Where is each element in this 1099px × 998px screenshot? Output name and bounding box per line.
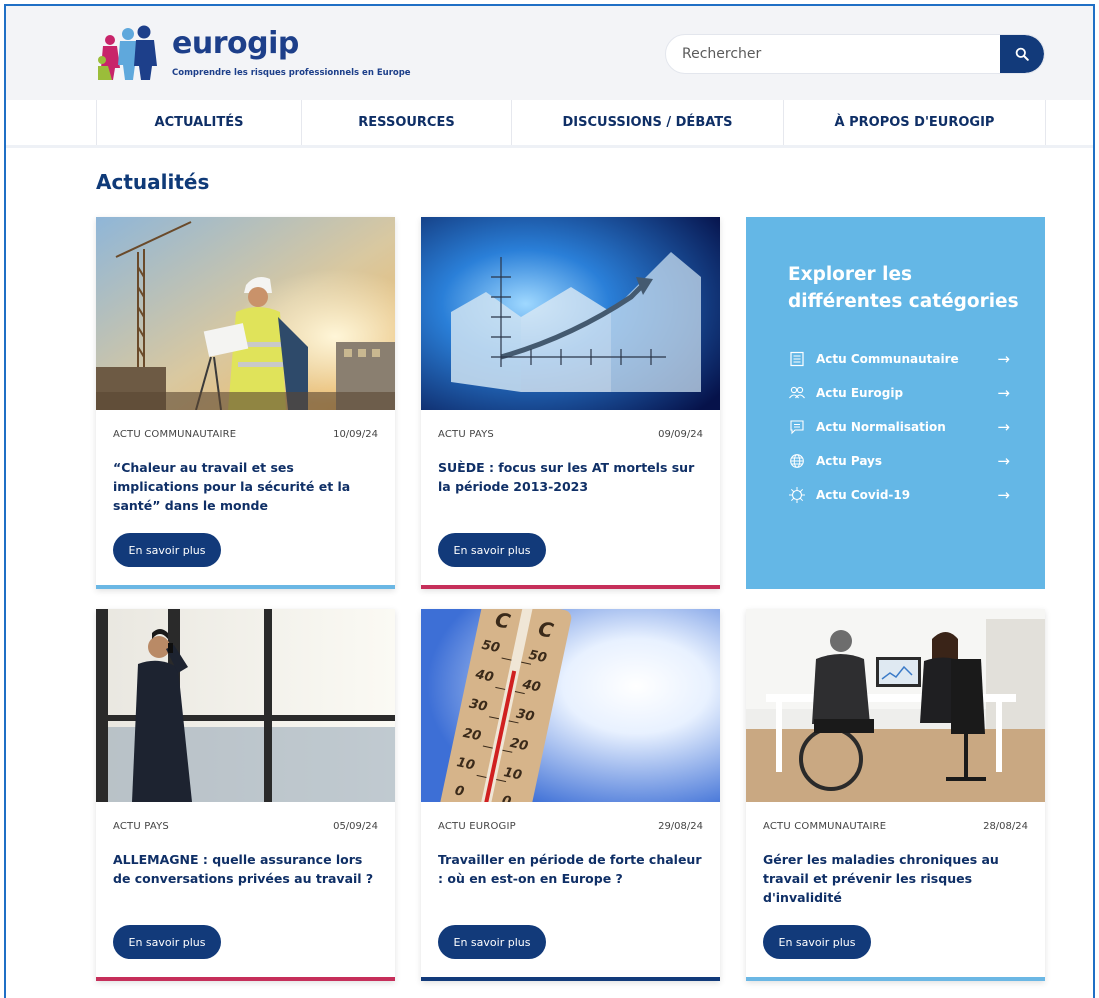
category-label: Actu Normalisation [816, 420, 946, 434]
news-card[interactable]: ACTU COMMUNAUTAIRE 10/09/24 “Chaleur au … [96, 217, 395, 589]
category-link-covid[interactable]: Actu Covid-19 → [788, 484, 1010, 506]
category-label: Actu Eurogip [816, 386, 904, 400]
card-date: 10/09/24 [333, 429, 378, 440]
card-image-phone-call[interactable] [96, 609, 395, 802]
card-category: ACTU EUROGIP [438, 821, 516, 832]
nav-item-a-propos[interactable]: À PROPOS D'EUROGIP [783, 100, 1046, 145]
category-link-normalisation[interactable]: Actu Normalisation → [788, 416, 1010, 438]
card-image-thermometer[interactable]: 50 50 40 40 30 30 20 20 10 10 00 CC [421, 609, 720, 802]
search-box [665, 34, 1045, 74]
card-title[interactable]: ALLEMAGNE : quelle assurance lors de con… [113, 850, 378, 888]
arrow-right-icon: → [997, 350, 1010, 368]
logo-figures-icon [98, 25, 157, 80]
read-more-button[interactable]: En savoir plus [438, 533, 546, 567]
category-label: Actu Covid-19 [816, 488, 911, 502]
category-link-communautaire[interactable]: Actu Communautaire → [788, 348, 1010, 370]
nav-item-discussions[interactable]: DISCUSSIONS / DÉBATS [511, 100, 783, 145]
explore-categories-panel: Explorer les différentes catégories Actu… [746, 217, 1045, 589]
chat-icon [788, 418, 806, 436]
newspaper-icon [788, 350, 806, 368]
news-card[interactable]: ACTU PAYS 05/09/24 ALLEMAGNE : quelle as… [96, 609, 395, 981]
card-title[interactable]: SUÈDE : focus sur les AT mortels sur la … [438, 458, 703, 496]
search-icon [1015, 47, 1029, 61]
page-frame: eurogip Comprendre les risques professio… [4, 4, 1095, 998]
card-category: ACTU PAYS [113, 821, 169, 832]
page-title: Actualités [96, 170, 210, 194]
category-label: Actu Communautaire [816, 352, 959, 366]
category-link-eurogip[interactable]: Actu Eurogip → [788, 382, 1010, 404]
category-label: Actu Pays [816, 454, 883, 468]
brand-name: eurogip [172, 26, 299, 61]
search-input[interactable] [666, 35, 1002, 73]
card-accent-bar [96, 977, 395, 981]
nav-item-ressources[interactable]: RESSOURCES [301, 100, 511, 145]
card-category: ACTU COMMUNAUTAIRE [113, 429, 237, 440]
brand-tagline: Comprendre les risques professionnels en… [172, 68, 411, 78]
card-date: 09/09/24 [658, 429, 703, 440]
category-link-pays[interactable]: Actu Pays → [788, 450, 1010, 472]
card-category: ACTU COMMUNAUTAIRE [763, 821, 887, 832]
logo[interactable]: eurogip Comprendre les risques professio… [96, 24, 411, 84]
news-card[interactable]: ACTU COMMUNAUTAIRE 28/08/24 Gérer les ma… [746, 609, 1045, 981]
arrow-right-icon: → [997, 384, 1010, 402]
virus-icon [788, 486, 806, 504]
nav-item-actualites[interactable]: ACTUALITÉS [96, 100, 301, 145]
card-date: 05/09/24 [333, 821, 378, 832]
explore-title: Explorer les différentes catégories [788, 264, 1019, 312]
card-image-chart[interactable] [421, 217, 720, 410]
read-more-button[interactable]: En savoir plus [113, 533, 221, 567]
globe-icon [788, 452, 806, 470]
news-card[interactable]: 50 50 40 40 30 30 20 20 10 10 00 CC ACTU… [421, 609, 720, 981]
arrow-right-icon: → [997, 452, 1010, 470]
card-accent-bar [96, 585, 395, 589]
card-title[interactable]: “Chaleur au travail et ses implications … [113, 458, 378, 515]
search-button[interactable] [1000, 35, 1044, 73]
news-card[interactable]: ACTU PAYS 09/09/24 SUÈDE : focus sur les… [421, 217, 720, 589]
arrow-right-icon: → [997, 418, 1010, 436]
arrow-right-icon: → [997, 486, 1010, 504]
users-icon [788, 384, 806, 402]
card-accent-bar [421, 585, 720, 589]
card-title[interactable]: Travailler en période de forte chaleur :… [438, 850, 703, 888]
read-more-button[interactable]: En savoir plus [113, 925, 221, 959]
card-accent-bar [746, 977, 1045, 981]
card-title[interactable]: Gérer les maladies chroniques au travail… [763, 850, 1028, 907]
card-date: 28/08/24 [983, 821, 1028, 832]
read-more-button[interactable]: En savoir plus [763, 925, 871, 959]
header: eurogip Comprendre les risques professio… [6, 6, 1093, 100]
card-image-office-wheelchair[interactable] [746, 609, 1045, 802]
card-date: 29/08/24 [658, 821, 703, 832]
card-image-construction[interactable] [96, 217, 395, 410]
main-nav: ACTUALITÉS RESSOURCES DISCUSSIONS / DÉBA… [6, 100, 1093, 148]
card-category: ACTU PAYS [438, 429, 494, 440]
read-more-button[interactable]: En savoir plus [438, 925, 546, 959]
card-accent-bar [421, 977, 720, 981]
